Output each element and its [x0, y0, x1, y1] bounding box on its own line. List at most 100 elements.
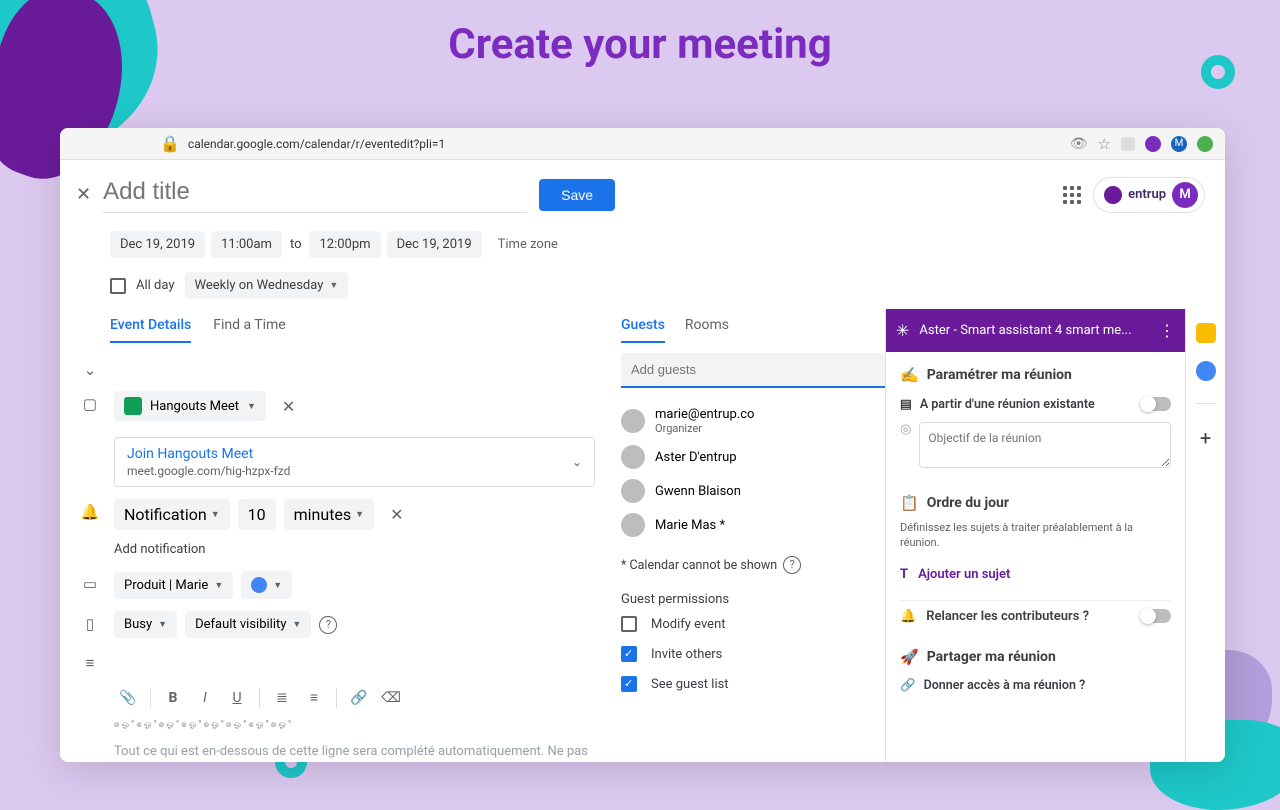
desc-separator: ๏ஓ°๏ஓ°๏ஓ°๏ஓ°๏ஓ°๏ஓ°๏ஓ°๏ஓ° [114, 718, 595, 732]
perm-label: See guest list [651, 677, 729, 692]
remove-notification-icon[interactable]: ✕ [382, 505, 411, 524]
avatar [621, 409, 645, 433]
more-icon[interactable]: ⋮ [1159, 321, 1175, 340]
calendar-warning: * Calendar cannot be shown [621, 558, 777, 573]
tasks-icon[interactable] [1196, 361, 1216, 381]
join-hangouts-box[interactable]: Join Hangouts Meet meet.google.com/hig-h… [114, 437, 595, 487]
tab-rooms[interactable]: Rooms [685, 317, 729, 343]
chevron-down-icon: ▼ [329, 280, 338, 291]
objective-textarea[interactable] [919, 422, 1171, 468]
eye-icon[interactable]: 👁 [1070, 136, 1088, 152]
remove-meet-icon[interactable]: ✕ [274, 397, 303, 416]
star-icon[interactable]: ☆ [1098, 135, 1111, 153]
availability-select[interactable]: Busy ▼ [114, 611, 177, 638]
perm-label: Modify event [651, 617, 726, 632]
from-existing-toggle[interactable] [1141, 397, 1171, 411]
bullet-list-icon[interactable]: ≣ [268, 684, 296, 712]
calendar-owner-select[interactable]: Produit | Marie ▼ [114, 572, 233, 599]
guest-name: Marie Mas * [655, 518, 725, 533]
event-color-select[interactable]: ▼ [241, 571, 292, 599]
desc-note: Tout ce qui est en-dessous de cette lign… [114, 742, 595, 762]
guest-row[interactable]: Aster D'entrup [621, 440, 885, 474]
start-time-chip[interactable]: 11:00am [211, 231, 282, 258]
google-side-panel: + [1185, 309, 1225, 762]
add-subject-button[interactable]: T Ajouter un sujet [900, 561, 1171, 588]
perm-label: Invite others [651, 647, 722, 662]
see-guest-list-checkbox[interactable] [621, 676, 637, 692]
notification-unit-select[interactable]: minutes ▼ [284, 499, 374, 530]
guest-row[interactable]: marie@entrup.co Organizer [621, 402, 885, 440]
all-day-label: All day [136, 278, 175, 293]
decorative-circle [1201, 55, 1235, 89]
italic-icon[interactable]: I [191, 684, 219, 712]
help-icon[interactable]: ? [783, 556, 801, 574]
apps-icon[interactable] [1063, 186, 1081, 204]
event-title-input[interactable] [103, 176, 527, 213]
close-icon[interactable]: ✕ [76, 184, 91, 205]
bell-icon: 🔔 [900, 609, 916, 624]
number-list-icon[interactable]: ≡ [300, 684, 328, 712]
extension-icon[interactable] [1197, 136, 1213, 152]
brand-logo-icon [1104, 186, 1122, 204]
avatar [621, 479, 645, 503]
invite-others-checkbox[interactable] [621, 646, 637, 662]
bold-icon[interactable]: B [159, 684, 187, 712]
meet-icon [124, 397, 142, 415]
keep-icon[interactable] [1196, 323, 1216, 343]
avatar [621, 513, 645, 537]
event-header-row: ✕ Save entrup M [60, 160, 1225, 219]
attach-icon[interactable]: 📎 [114, 684, 142, 712]
recurrence-select[interactable]: Weekly on Wednesday ▼ [185, 272, 349, 299]
notification-type-select[interactable]: Notification ▼ [114, 499, 230, 530]
all-day-row: All day Weekly on Wednesday ▼ [60, 266, 1225, 309]
avatar: M [1172, 182, 1198, 208]
page-title: Create your meeting [0, 0, 1280, 79]
visibility-select[interactable]: Default visibility ▼ [185, 611, 311, 638]
extension-avatar[interactable]: M [1171, 136, 1187, 152]
tab-find-time[interactable]: Find a Time [213, 317, 286, 343]
link-icon: 🔗 [900, 678, 916, 693]
modify-event-checkbox[interactable] [621, 616, 637, 632]
extension-icon[interactable] [1145, 136, 1161, 152]
guest-row[interactable]: Gwenn Blaison [621, 474, 885, 508]
end-time-chip[interactable]: 12:00pm [309, 231, 380, 258]
browser-window: 🔒 calendar.google.com/calendar/r/evented… [60, 128, 1225, 762]
briefcase-icon: ▯ [80, 611, 100, 633]
hangouts-meet-chip[interactable]: Hangouts Meet ▼ [114, 391, 266, 421]
guest-row[interactable]: Marie Mas * [621, 508, 885, 542]
all-day-checkbox[interactable] [110, 278, 126, 294]
notification-amount-input[interactable]: 10 [238, 499, 276, 530]
relance-toggle[interactable] [1141, 609, 1171, 623]
add-notification-link[interactable]: Add notification [80, 536, 595, 557]
pencil-icon: ✍️ [900, 366, 919, 384]
agenda-subtitle: Définissez les sujets à traiter préalabl… [900, 520, 1171, 551]
datetime-row: Dec 19, 2019 11:00am to 12:00pm Dec 19, … [60, 219, 1225, 266]
rich-text-toolbar: 📎 B I U ≣ ≡ 🔗 ⌫ [80, 684, 595, 712]
extension-icon[interactable] [1121, 137, 1135, 151]
recurrence-label: Weekly on Wednesday [195, 278, 324, 293]
timezone-link[interactable]: Time zone [488, 237, 558, 252]
underline-icon[interactable]: U [223, 684, 251, 712]
clear-format-icon[interactable]: ⌫ [377, 684, 405, 712]
url-display[interactable]: calendar.google.com/calendar/r/eventedit… [188, 137, 1062, 151]
add-addon-icon[interactable]: + [1200, 426, 1211, 450]
chevron-down-icon[interactable]: ⌄ [80, 357, 100, 379]
link-icon[interactable]: 🔗 [345, 684, 373, 712]
brand-badge[interactable]: entrup M [1093, 177, 1205, 213]
add-guests-input[interactable] [621, 353, 885, 388]
description-textarea[interactable]: ๏ஓ°๏ஓ°๏ஓ°๏ஓ°๏ஓ°๏ஓ°๏ஓ°๏ஓ° Tout ce qui est… [114, 718, 595, 762]
save-button[interactable]: Save [539, 179, 615, 211]
address-bar: 🔒 calendar.google.com/calendar/r/evented… [60, 128, 1225, 160]
tab-guests[interactable]: Guests [621, 317, 665, 343]
avatar [621, 445, 645, 469]
aster-sidebar: ✳ Aster - Smart assistant 4 smart me... … [885, 309, 1185, 762]
calendar-icon: ▭ [80, 571, 100, 593]
end-date-chip[interactable]: Dec 19, 2019 [387, 231, 482, 258]
tab-event-details[interactable]: Event Details [110, 317, 191, 343]
video-icon: ▢ [80, 391, 100, 413]
permissions-title: Guest permissions [621, 592, 885, 607]
lock-icon: 🔒 [160, 134, 180, 153]
to-label: to [288, 237, 304, 252]
help-icon[interactable]: ? [319, 616, 337, 634]
start-date-chip[interactable]: Dec 19, 2019 [110, 231, 205, 258]
